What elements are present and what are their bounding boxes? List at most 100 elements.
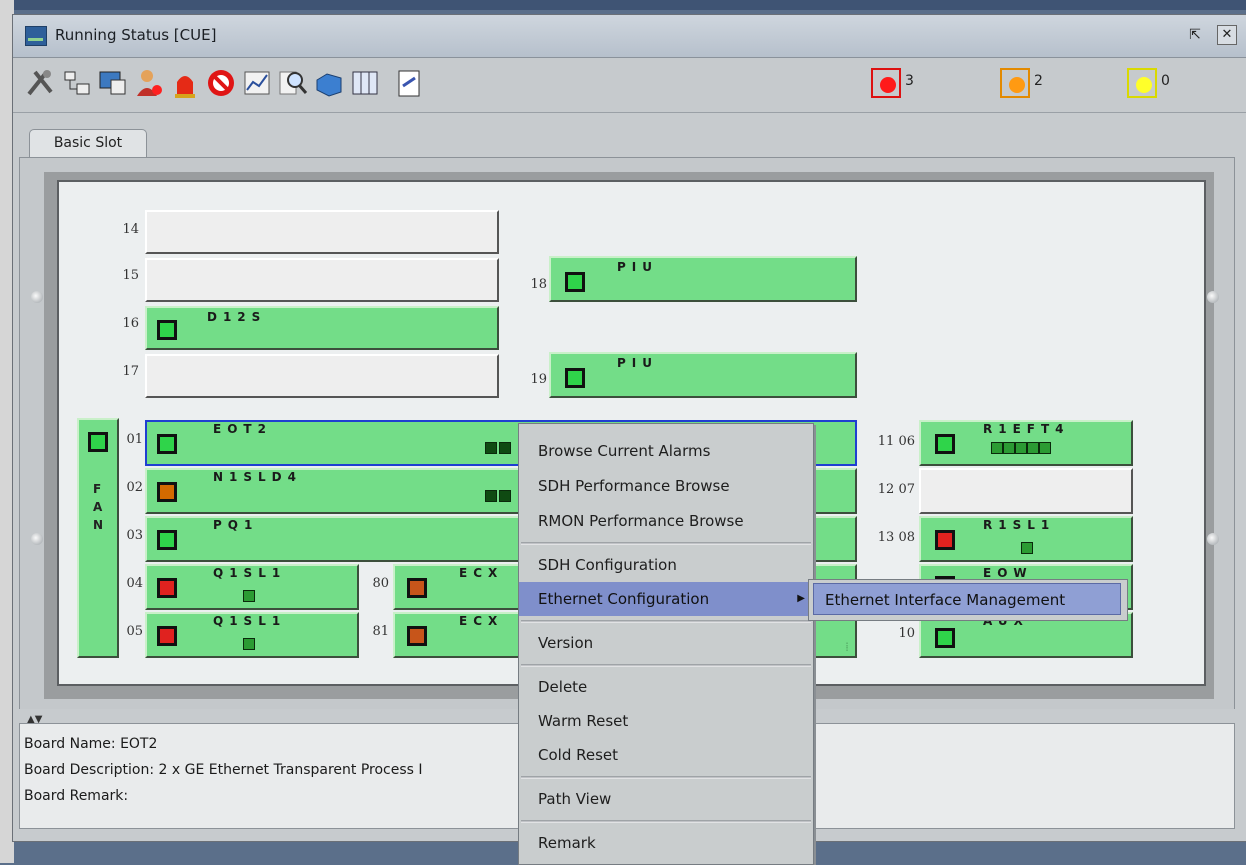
slot-number: 10 — [898, 626, 915, 641]
menu-item-version[interactable]: Version — [519, 626, 811, 660]
slot-number: 81 — [372, 624, 389, 639]
tools-icon[interactable] — [25, 66, 57, 100]
user-alarm-icon[interactable] — [133, 66, 165, 100]
toolbar: 3 2 0 — [13, 58, 1246, 113]
close-icon[interactable]: ✕ — [1217, 25, 1237, 45]
siren-icon[interactable] — [169, 66, 201, 100]
menu-item-sdh-performance-browse[interactable]: SDH Performance Browse — [519, 469, 811, 503]
menu-item-ethernet-configuration[interactable]: Ethernet Configuration ▶ — [519, 582, 811, 616]
menu-item-browse-current-alarms[interactable]: Browse Current Alarms — [519, 434, 811, 468]
window-title: Running Status [CUE] — [55, 26, 217, 44]
port-group — [485, 442, 511, 454]
board-name: N1SLD4 — [213, 470, 302, 484]
port-icon — [499, 442, 511, 454]
magnify-icon[interactable] — [277, 66, 309, 100]
port-icon — [1039, 442, 1051, 454]
port-icon — [1003, 442, 1015, 454]
port-icon — [1027, 442, 1039, 454]
screw-icon — [31, 291, 43, 303]
status-led — [157, 578, 177, 598]
menu-item-rmon-performance-browse[interactable]: RMON Performance Browse — [519, 504, 811, 538]
critical-alarm-icon — [880, 77, 896, 93]
minor-alarm-count: 0 — [1161, 73, 1170, 89]
screw-icon — [31, 533, 43, 545]
resize-grip-icon: ⁞ — [845, 640, 849, 654]
board-name: Q1SL1 — [213, 614, 287, 628]
columns-icon[interactable] — [349, 66, 381, 100]
minor-alarm-box — [1127, 68, 1157, 98]
slot-18-board[interactable]: PIU — [549, 256, 857, 302]
board-name: D12S — [207, 310, 267, 324]
screw-icon — [1207, 533, 1219, 545]
slot-number: 04 — [126, 576, 143, 591]
restore-icon[interactable]: ⇱ — [1185, 25, 1205, 45]
status-led — [935, 628, 955, 648]
slot-15[interactable] — [145, 258, 499, 302]
board-name: ECX — [459, 566, 504, 580]
chart-icon[interactable] — [241, 66, 273, 100]
status-led — [88, 432, 108, 452]
screw-icon — [1207, 291, 1219, 303]
slot-number: 02 — [126, 480, 143, 495]
major-alarm-box — [1000, 68, 1030, 98]
board-name: EOW — [983, 566, 1033, 580]
major-alarm-count: 2 — [1034, 73, 1043, 89]
port-group — [485, 490, 511, 502]
port-group — [243, 590, 255, 602]
menu-item-warm-reset[interactable]: Warm Reset — [519, 704, 811, 738]
slot-19-board[interactable]: PIU — [549, 352, 857, 398]
submenu-arrow-icon: ▶ — [797, 593, 805, 604]
slot-number: 18 — [530, 277, 547, 292]
menu-item-ethernet-interface-management[interactable]: Ethernet Interface Management — [813, 583, 1121, 615]
slot-number: 05 — [126, 624, 143, 639]
board-name: EOT2 — [213, 422, 272, 436]
minor-alarm-icon — [1136, 77, 1152, 93]
board-name: PIU — [617, 356, 659, 370]
ethernet-configuration-submenu: Ethernet Interface Management — [808, 579, 1128, 621]
network-icon[interactable] — [61, 66, 93, 100]
menu-item-remark[interactable]: Remark — [519, 826, 811, 860]
no-alarm-icon[interactable] — [205, 66, 237, 100]
slot-16-board[interactable]: D12S — [145, 306, 499, 350]
port-group — [243, 638, 255, 650]
board-name: PIU — [617, 260, 659, 274]
fan-unit[interactable]: FAN — [77, 418, 119, 658]
status-led — [157, 434, 177, 454]
slot-number: 11 06 — [877, 434, 915, 449]
fan-label: FAN — [93, 482, 104, 532]
cube-icon[interactable] — [313, 66, 345, 100]
document-icon[interactable] — [393, 66, 425, 100]
port-icon — [485, 442, 497, 454]
critical-alarm-box — [871, 68, 901, 98]
title-bar[interactable]: Running Status [CUE] ⇱ ✕ — [13, 15, 1246, 58]
menu-item-delete[interactable]: Delete — [519, 670, 811, 704]
slot-number: 80 — [372, 576, 389, 591]
desktop-background — [0, 0, 1246, 10]
slot-07[interactable] — [919, 468, 1133, 514]
slot-05-board[interactable]: Q1SL1 — [145, 612, 359, 658]
slot-number: 19 — [530, 372, 547, 387]
tab-basic-slot[interactable]: Basic Slot — [29, 129, 147, 158]
context-menu: Browse Current Alarms SDH Performance Br… — [518, 423, 814, 865]
menu-separator — [521, 542, 811, 545]
menu-separator — [521, 620, 811, 623]
slot-04-board[interactable]: Q1SL1 — [145, 564, 359, 610]
slot-number: 03 — [126, 528, 143, 543]
menu-item-path-view[interactable]: Path View — [519, 782, 811, 816]
port-icon — [991, 442, 1003, 454]
board-remark-text: Board Remark: — [24, 788, 129, 804]
major-alarm-icon — [1009, 77, 1025, 93]
slot-14[interactable] — [145, 210, 499, 254]
menu-item-sdh-configuration[interactable]: SDH Configuration — [519, 548, 811, 582]
slot-17[interactable] — [145, 354, 499, 398]
menu-item-cold-reset[interactable]: Cold Reset — [519, 738, 811, 772]
status-led — [157, 626, 177, 646]
tab-bar: Basic Slot — [13, 113, 1246, 158]
slot-08-board[interactable]: R1SL1 — [919, 516, 1133, 562]
board-name: R1EFT4 — [983, 422, 1070, 436]
slot-06-board[interactable]: R1EFT4 — [919, 420, 1133, 466]
port-icon — [1021, 542, 1033, 554]
monitor-icon[interactable] — [97, 66, 129, 100]
slot-number: 01 — [126, 432, 143, 447]
board-name: Q1SL1 — [213, 566, 287, 580]
